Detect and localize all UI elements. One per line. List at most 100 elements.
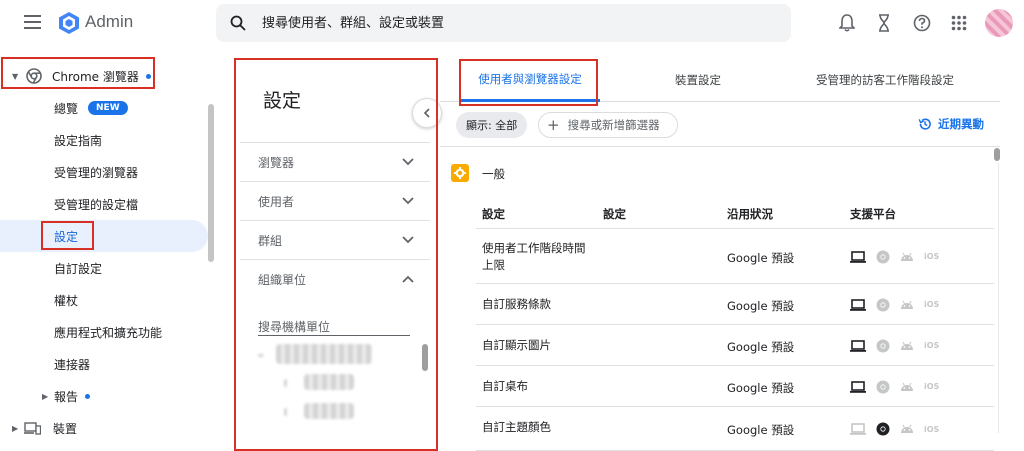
filter-search[interactable]: + 搜尋或新增篩選器: [538, 112, 678, 138]
search-input[interactable]: [262, 13, 762, 33]
sidebar-item-label: 權杖: [54, 293, 79, 308]
sidebar-item-label: 設定指南: [54, 133, 103, 148]
tab-guest-session-settings[interactable]: 受管理的訪客工作階段設定: [800, 58, 970, 102]
table-row[interactable]: 自訂顯示圖片 Google 預設 iOS: [476, 325, 994, 366]
sidebar-item-label: 自訂設定: [54, 261, 103, 276]
highlight-box-panel: [234, 58, 438, 451]
search-bar[interactable]: [216, 4, 791, 42]
search-icon: [230, 15, 246, 31]
android-icon: [901, 341, 913, 350]
column-header-platforms: 支援平台: [850, 207, 896, 221]
hourglass-icon[interactable]: [873, 12, 895, 34]
android-icon: [901, 252, 913, 261]
supported-platforms: iOS: [850, 422, 939, 436]
ios-icon: iOS: [924, 252, 940, 261]
chrome-icon: [876, 380, 890, 393]
chrome-icon: [876, 339, 890, 352]
filter-search-label: 搜尋或新增篩選器: [567, 118, 660, 132]
inheritance-status: Google 預設: [727, 339, 795, 354]
laptop-icon: [850, 339, 866, 352]
supported-platforms: iOS: [850, 298, 939, 312]
caret-right-icon: ▶: [42, 391, 49, 401]
table-row[interactable]: 自訂服務條款 Google 預設 iOS: [476, 284, 994, 325]
sidebar-item-label: 總覽: [54, 101, 79, 116]
supported-platforms: iOS: [850, 250, 939, 264]
table-row[interactable]: 自訂桌布 Google 預設 iOS: [476, 366, 994, 407]
highlight-box-settings: [41, 221, 94, 250]
recent-changes-label: 近期異動: [938, 117, 984, 131]
table-row[interactable]: 自訂主題顏色 Google 預設 iOS: [476, 407, 994, 451]
sidebar: ▼ Chrome 瀏覽器 總覽 NEW 設定指南 受管理的瀏覽器 受管理的設定檔…: [0, 46, 218, 451]
android-icon: [901, 424, 913, 433]
bell-icon[interactable]: [836, 12, 858, 34]
plus-icon: +: [547, 116, 560, 134]
filter-chip-show-all[interactable]: 顯示: 全部: [456, 112, 528, 138]
sidebar-item-settings[interactable]: 設定: [0, 220, 208, 252]
tab-device-settings[interactable]: 裝置設定: [640, 58, 756, 102]
sidebar-item-tokens[interactable]: 權杖: [0, 284, 210, 316]
sidebar-scrollbar[interactable]: [208, 104, 214, 262]
inheritance-status: Google 預設: [727, 380, 795, 395]
menu-icon[interactable]: [24, 15, 41, 29]
new-badge: NEW: [88, 101, 128, 115]
laptop-icon: [850, 423, 866, 435]
gear-icon: [451, 164, 469, 182]
supported-platforms: iOS: [850, 339, 939, 353]
history-icon: [918, 118, 931, 130]
ios-icon: iOS: [924, 341, 940, 350]
sidebar-item-managed-browsers[interactable]: 受管理的瀏覽器: [0, 156, 210, 188]
sidebar-item-label: 應用程式和擴充功能: [54, 325, 163, 340]
setting-name: 自訂顯示圖片: [482, 338, 551, 352]
ios-icon: iOS: [924, 300, 940, 309]
main-content: 使用者與瀏覽器設定 裝置設定 受管理的訪客工作階段設定 顯示: 全部 + 搜尋或…: [440, 58, 1024, 451]
avatar[interactable]: [985, 9, 1013, 37]
caret-right-icon: ▶: [12, 423, 19, 433]
sidebar-item-apps-extensions[interactable]: 應用程式和擴充功能: [0, 316, 210, 348]
table-row[interactable]: 使用者工作階段時間上限 Google 預設 iOS: [476, 229, 994, 284]
laptop-icon: [850, 298, 866, 311]
column-header-setting: 設定: [482, 207, 505, 221]
android-icon: [901, 382, 913, 391]
chrome-icon: [876, 298, 890, 311]
highlight-box-chrome: [1, 57, 155, 89]
main-scrollbar[interactable]: [994, 148, 1000, 161]
sidebar-item-overview[interactable]: 總覽 NEW: [0, 92, 210, 124]
ios-icon: iOS: [924, 382, 940, 391]
divider: [440, 146, 1000, 147]
sidebar-item-label: 受管理的設定檔: [54, 197, 139, 212]
inheritance-status: Google 預設: [727, 298, 795, 313]
app-title[interactable]: Admin: [85, 12, 133, 32]
apps-grid-icon[interactable]: [948, 12, 970, 34]
sidebar-item-label: 受管理的瀏覽器: [54, 165, 139, 180]
column-header-inheritance: 沿用狀況: [727, 207, 773, 221]
chrome-icon: [876, 422, 890, 436]
supported-platforms: iOS: [850, 380, 939, 394]
recent-changes-link[interactable]: 近期異動: [918, 116, 984, 132]
update-dot: [85, 393, 91, 399]
android-icon: [901, 300, 913, 309]
inheritance-status: Google 預設: [727, 423, 795, 437]
ios-icon: iOS: [924, 424, 940, 434]
sidebar-item-setup-guide[interactable]: 設定指南: [0, 124, 210, 156]
setting-name: 自訂服務條款: [482, 297, 551, 311]
laptop-icon: [850, 250, 866, 263]
sidebar-item-devices[interactable]: ▶ 裝置: [0, 412, 210, 444]
sidebar-item-managed-profiles[interactable]: 受管理的設定檔: [0, 188, 210, 220]
sidebar-item-connectors[interactable]: 連接器: [0, 348, 210, 380]
inheritance-status: Google 預設: [727, 250, 795, 265]
main-scroll-track: [998, 163, 999, 433]
setting-name: 使用者工作階段時間上限: [482, 241, 586, 272]
setting-name: 自訂桌布: [482, 379, 528, 393]
chrome-icon: [876, 250, 890, 263]
sidebar-item-label: 報告: [54, 389, 79, 404]
laptop-icon: [850, 380, 866, 393]
devices-icon: [24, 421, 41, 435]
sidebar-item-custom-settings[interactable]: 自訂設定: [0, 252, 210, 284]
admin-logo-icon: [58, 12, 80, 34]
section-title: 一般: [482, 167, 505, 181]
help-icon[interactable]: [911, 12, 933, 34]
top-bar: Admin: [0, 0, 1024, 46]
setting-name: 自訂主題顏色: [482, 420, 551, 434]
sidebar-item-label: 連接器: [54, 357, 91, 372]
sidebar-item-reports[interactable]: ▶ 報告: [0, 380, 210, 412]
